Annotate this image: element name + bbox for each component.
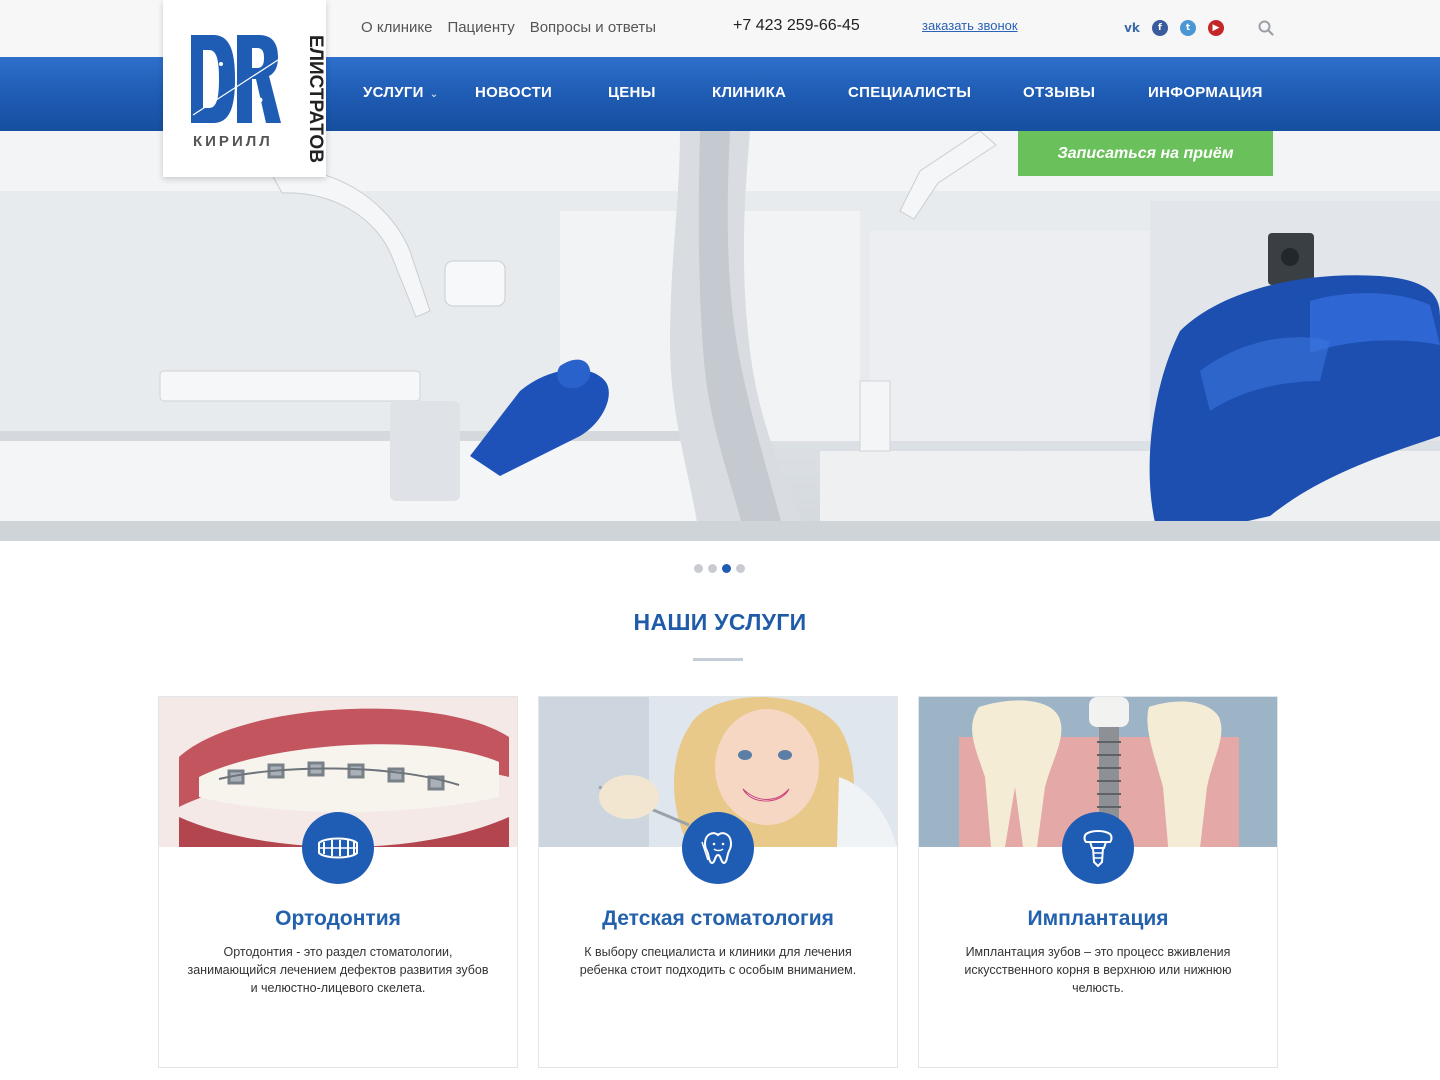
- service-card-implant[interactable]: Имплантация Имплантация зубов – это проц…: [918, 696, 1278, 1068]
- callback-link[interactable]: заказать звонок: [922, 18, 1018, 33]
- top-link-about[interactable]: О клинике: [361, 19, 432, 36]
- service-card-orthodontics[interactable]: Ортодонтия Ортодонтия - это раздел стома…: [158, 696, 518, 1068]
- site-logo[interactable]: КИРИЛЛ ЕЛИСТРАТОВ: [163, 0, 326, 177]
- slider-dot-active[interactable]: [722, 564, 731, 573]
- nav-item-reviews[interactable]: ОТЗЫВЫ: [1023, 84, 1095, 101]
- slider-pagination: [694, 564, 745, 573]
- logo-mark: КИРИЛЛ ЕЛИСТРАТОВ: [191, 35, 326, 163]
- twitter-icon[interactable]: t: [1180, 20, 1196, 36]
- service-title[interactable]: Имплантация: [919, 907, 1277, 931]
- nav-item-news[interactable]: НОВОСТИ: [475, 84, 552, 101]
- hero-slider[interactable]: [0, 131, 1440, 541]
- dental-office-image: [0, 131, 1440, 541]
- slider-dot[interactable]: [736, 564, 745, 573]
- nav-item-clinic[interactable]: КЛИНИКА: [712, 84, 786, 101]
- implant-icon: [1062, 812, 1134, 884]
- top-nav: О клинике Пациенту Вопросы и ответы: [361, 19, 656, 36]
- service-title[interactable]: Ортодонтия: [159, 907, 517, 931]
- nav-item-specialists[interactable]: СПЕЦИАЛИСТЫ: [848, 84, 971, 101]
- youtube-icon[interactable]: ▶: [1208, 20, 1224, 36]
- nav-item-prices[interactable]: ЦЕНЫ: [608, 84, 656, 101]
- service-description: К выбору специалиста и клиники для лечен…: [579, 945, 857, 977]
- nav-item-info[interactable]: ИНФОРМАЦИЯ: [1148, 84, 1263, 101]
- slider-dot[interactable]: [694, 564, 703, 573]
- child-tooth-icon: [682, 812, 754, 884]
- nav-item-services[interactable]: УСЛУГИ ⌄: [363, 84, 438, 101]
- phone-number[interactable]: +7 423 259-66-45: [733, 17, 860, 35]
- book-appointment-button[interactable]: Записаться на приём: [1018, 131, 1273, 176]
- top-link-faq[interactable]: Вопросы и ответы: [530, 19, 656, 36]
- top-link-patient[interactable]: Пациенту: [447, 19, 514, 36]
- vk-icon[interactable]: vk: [1124, 20, 1140, 36]
- section-title: НАШИ УСЛУГИ: [633, 609, 807, 635]
- search-icon[interactable]: [1257, 19, 1275, 37]
- logo-last-name: ЕЛИСТРАТОВ: [305, 35, 326, 163]
- logo-first-name: КИРИЛЛ: [193, 133, 273, 150]
- service-description: Имплантация зубов – это процесс вживлени…: [964, 945, 1232, 995]
- service-card-pediatric[interactable]: Детская стоматология К выбору специалист…: [538, 696, 898, 1068]
- social-links: vk f t ▶: [1124, 20, 1224, 36]
- slider-dot[interactable]: [708, 564, 717, 573]
- title-divider: [693, 658, 743, 661]
- service-title[interactable]: Детская стоматология: [539, 907, 897, 931]
- facebook-icon[interactable]: f: [1152, 20, 1168, 36]
- nav-label-services: УСЛУГИ: [363, 84, 424, 101]
- braces-icon: [302, 812, 374, 884]
- chevron-down-icon: ⌄: [429, 89, 439, 100]
- service-description: Ортодонтия - это раздел стоматологии, за…: [187, 945, 489, 995]
